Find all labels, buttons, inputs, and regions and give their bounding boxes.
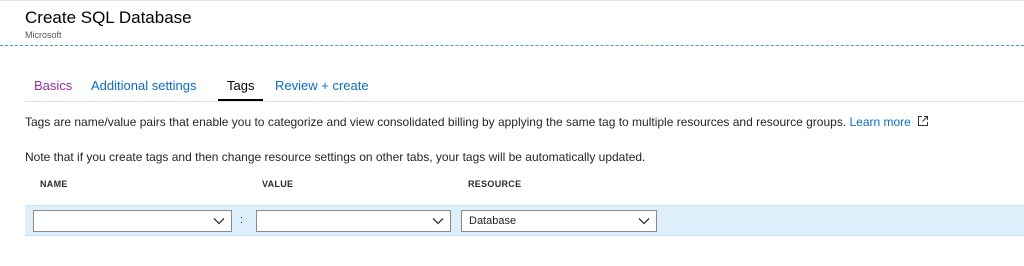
column-header-resource: RESOURCE — [468, 179, 522, 189]
external-link-icon[interactable] — [917, 115, 929, 127]
resource-value: Database — [469, 215, 517, 227]
description-text: Tags are name/value pairs that enable yo… — [25, 115, 850, 129]
learn-more-link[interactable]: Learn more — [849, 115, 910, 129]
page-subtitle: Microsoft — [25, 30, 62, 40]
tab-additional-settings[interactable]: Additional settings — [91, 76, 197, 98]
tags-description: Tags are name/value pairs that enable yo… — [25, 115, 929, 129]
tab-tags[interactable]: Tags — [227, 76, 254, 98]
column-header-value: VALUE — [262, 179, 294, 189]
page-title: Create SQL Database — [25, 8, 192, 27]
chevron-down-icon — [638, 218, 650, 225]
tag-row: : Database — [25, 205, 1024, 236]
tab-basics[interactable]: Basics — [34, 76, 72, 98]
name-value-separator: : — [240, 214, 244, 226]
tags-note: Note that if you create tags and then ch… — [25, 150, 646, 164]
resource-dropdown[interactable]: Database — [461, 210, 657, 232]
tag-name-dropdown[interactable] — [33, 210, 232, 232]
tag-value-dropdown[interactable] — [256, 210, 451, 232]
tab-review-create[interactable]: Review + create — [275, 76, 369, 98]
tab-bar: Basics Additional settings Tags Review +… — [25, 76, 1024, 102]
top-border — [0, 0, 1024, 1]
header-divider — [0, 45, 1024, 46]
column-header-name: NAME — [40, 179, 68, 189]
blade-header: Create SQL Database Microsoft — [0, 0, 1024, 46]
chevron-down-icon — [213, 218, 225, 225]
tabs-divider — [25, 101, 1024, 102]
chevron-down-icon — [432, 218, 444, 225]
